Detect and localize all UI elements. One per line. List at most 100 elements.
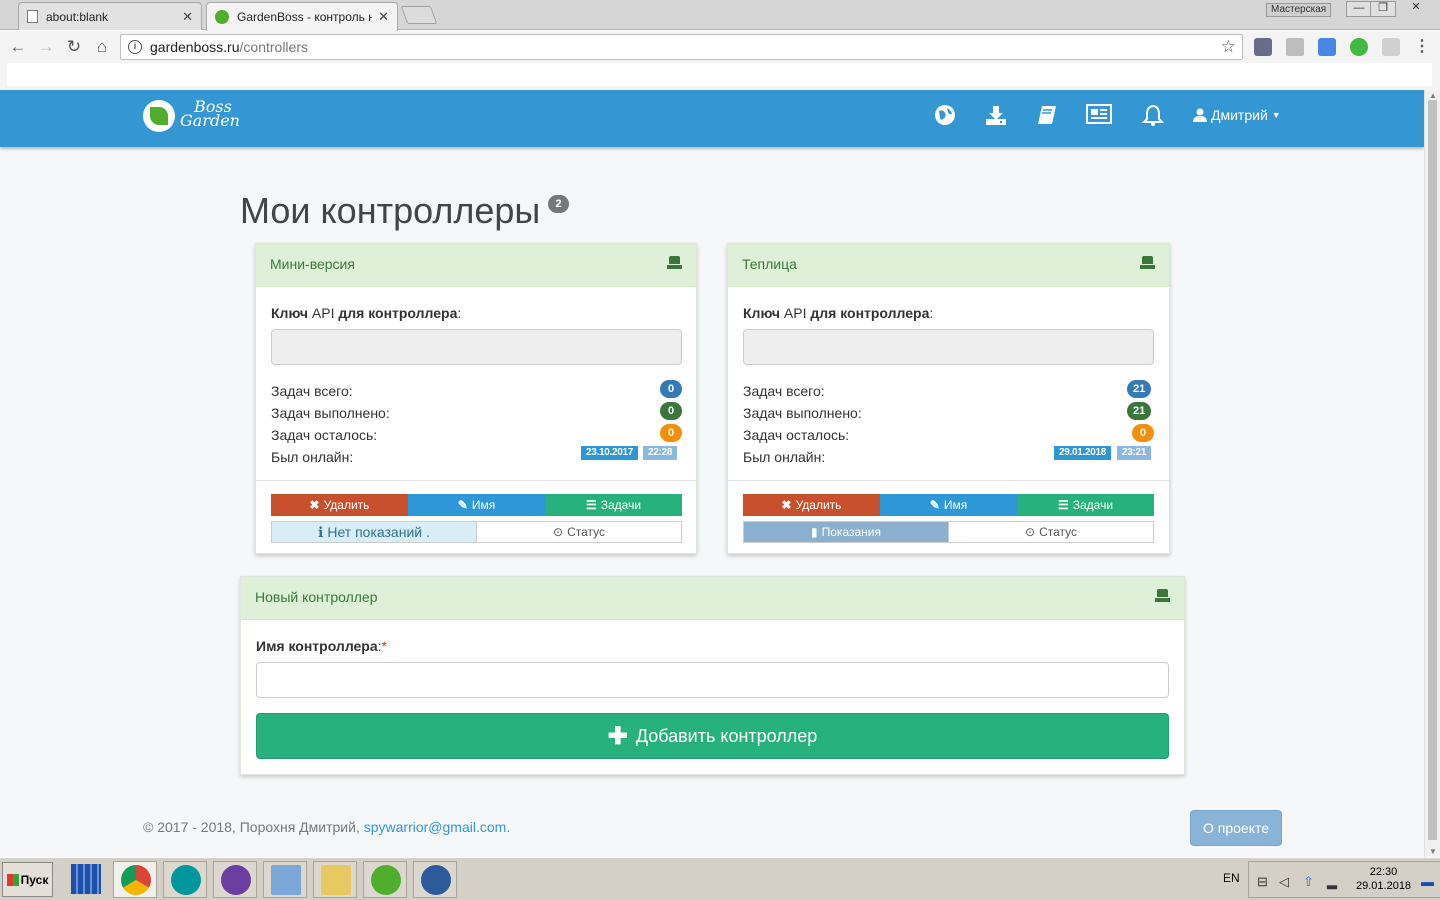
contact-email-link[interactable]: spywarrior@gmail.com <box>364 819 507 835</box>
edit-icon: ✎ <box>929 498 940 512</box>
controller-name-input[interactable] <box>256 662 1169 698</box>
taskbar-app-gardenboss[interactable] <box>363 861 407 898</box>
back-icon[interactable]: ← <box>8 37 28 57</box>
start-button[interactable]: Пуск <box>2 862 53 897</box>
taskbar-app-folder[interactable] <box>313 861 357 898</box>
language-indicator[interactable]: EN <box>1223 871 1240 885</box>
controller-count-badge: 2 <box>548 195 569 213</box>
media-player-icon <box>421 865 451 895</box>
new-tab-button[interactable] <box>400 6 438 24</box>
bar-chart-icon: ▮ <box>811 525 818 539</box>
taskbar-app-arduino[interactable] <box>163 861 207 898</box>
add-controller-button[interactable]: ✚ Добавить контроллер <box>256 713 1169 759</box>
taskbar-app-chrome[interactable] <box>113 861 157 898</box>
taskbar-app-media[interactable] <box>413 861 457 898</box>
edit-icon: ✎ <box>457 498 468 512</box>
tasks-left-badge: 0 <box>1132 424 1154 442</box>
book-icon[interactable] <box>1034 104 1060 130</box>
folder-icon <box>321 865 351 895</box>
file-manager-icon <box>71 864 101 894</box>
tasks-list-icon: ☰ <box>585 498 597 512</box>
taskbar-app-notepad[interactable] <box>263 861 307 898</box>
windows-logo-icon <box>6 873 19 886</box>
bookmark-star-icon[interactable]: ☆ <box>1221 37 1236 57</box>
minimize-button[interactable]: — <box>1346 1 1372 17</box>
hdd-icon <box>667 256 682 270</box>
taskbar-app-filemanager[interactable] <box>64 861 108 898</box>
about-project-button[interactable]: О проекте <box>1190 810 1282 846</box>
arduino-icon <box>171 865 201 895</box>
user-menu[interactable]: Дмитрий ▼ <box>1193 107 1281 123</box>
clock[interactable]: 22:30 29.01.2018 <box>1356 865 1411 893</box>
hdd-icon <box>1155 589 1170 603</box>
page-icon <box>27 10 38 23</box>
close-icon[interactable]: ✕ <box>378 9 389 25</box>
notepad-icon <box>271 865 301 895</box>
tasks-done-badge: 0 <box>660 402 682 420</box>
green-extension-icon[interactable] <box>1350 38 1368 56</box>
logo[interactable]: Boss Garden <box>143 99 243 136</box>
newspaper-icon[interactable] <box>1086 104 1112 130</box>
network-plug-icon[interactable]: ⊟ <box>1257 874 1268 890</box>
signal-icon[interactable]: ▂ <box>1327 874 1337 890</box>
plus-icon: ✚ <box>607 722 628 750</box>
info-icon[interactable]: i <box>128 40 142 54</box>
reload-icon[interactable]: ↻ <box>64 37 84 57</box>
windows-taskbar: Пуск EN ⊟ ◁ ⇧ ▂ ▬ 22:30 29.01.2018 <box>0 857 1440 900</box>
page-title: Мои контроллеры <box>240 190 541 231</box>
show-desktop-icon[interactable]: ▬ <box>1421 874 1434 889</box>
no-readings-notice: ℹ Нет показаний. <box>272 522 476 542</box>
rename-button[interactable]: ✎ Имя <box>880 494 1017 516</box>
upload-icon[interactable]: ⇧ <box>1303 874 1314 890</box>
remove-icon: ✖ <box>309 498 320 512</box>
tasks-button[interactable]: ☰ Задачи <box>1017 494 1154 516</box>
extension-icon[interactable] <box>1254 38 1272 56</box>
status-button[interactable]: ⊙ Статус <box>948 522 1153 542</box>
bell-icon[interactable] <box>1140 104 1166 130</box>
controller-card-greenhouse: Теплица Ключ API для контроллера: Задач … <box>727 243 1170 554</box>
rename-button[interactable]: ✎ Имя <box>408 494 545 516</box>
controller-name: Мини-версия <box>270 256 355 272</box>
volume-icon[interactable]: ◁ <box>1279 874 1289 890</box>
download-icon[interactable] <box>983 104 1009 130</box>
drive-extension-icon[interactable] <box>1286 38 1304 56</box>
scroll-down-icon[interactable]: ▼ <box>1429 847 1437 856</box>
gardenboss-icon <box>371 865 401 895</box>
api-key-field[interactable] <box>271 329 682 365</box>
last-online-label: Был онлайн: <box>271 449 354 465</box>
profile-badge[interactable]: Мастерская <box>1266 3 1332 17</box>
required-mark: * <box>381 638 387 654</box>
clock-date: 29.01.2018 <box>1356 880 1412 892</box>
close-window-button[interactable]: ✕ <box>1400 1 1432 17</box>
delete-button[interactable]: ✖ Удалить <box>743 494 880 516</box>
footer-copyright: © 2017 - 2018, Порохня Дмитрий, spywarri… <box>143 819 511 835</box>
tab-about-blank[interactable]: about:blank ✕ <box>18 2 202 30</box>
tasks-total-badge: 0 <box>660 380 682 398</box>
page-scrollbar[interactable]: ▲ ▼ <box>1424 90 1440 857</box>
last-online-label: Был онлайн: <box>743 449 826 465</box>
address-bar[interactable]: i gardenboss.ru /controllers ☆ <box>120 34 1243 60</box>
scrollbar-thumb[interactable] <box>1428 100 1437 840</box>
tab-title: about:blank <box>46 9 109 24</box>
pdf-extension-icon[interactable] <box>1382 38 1400 56</box>
purple-cat-icon <box>221 865 251 895</box>
controller-name: Теплица <box>742 256 797 272</box>
close-icon[interactable]: ✕ <box>182 9 193 25</box>
status-button[interactable]: ⊙ Статус <box>476 522 681 542</box>
readings-button[interactable]: ▮ Показания <box>744 522 948 542</box>
page-body: Boss Garden Дмитрий ▼ Мои контроллеры 2 <box>0 90 1424 857</box>
restore-button[interactable]: ❐ <box>1370 1 1396 17</box>
forward-icon[interactable]: → <box>36 37 56 57</box>
info-circle-icon: ℹ <box>318 524 324 540</box>
api-key-label: Ключ API для контроллера: <box>743 305 934 321</box>
menu-icon[interactable]: ⋮ <box>1414 37 1430 57</box>
scroll-up-icon[interactable]: ▲ <box>1429 91 1437 100</box>
delete-button[interactable]: ✖ Удалить <box>271 494 408 516</box>
api-key-field[interactable] <box>743 329 1154 365</box>
taskbar-app-cat[interactable] <box>213 861 257 898</box>
tab-gardenboss[interactable]: GardenBoss - контроль на ✕ <box>206 2 398 31</box>
home-icon[interactable]: ⌂ <box>92 37 112 57</box>
translate-extension-icon[interactable] <box>1318 38 1336 56</box>
tasks-button[interactable]: ☰ Задачи <box>545 494 682 516</box>
globe-icon[interactable] <box>932 104 958 130</box>
